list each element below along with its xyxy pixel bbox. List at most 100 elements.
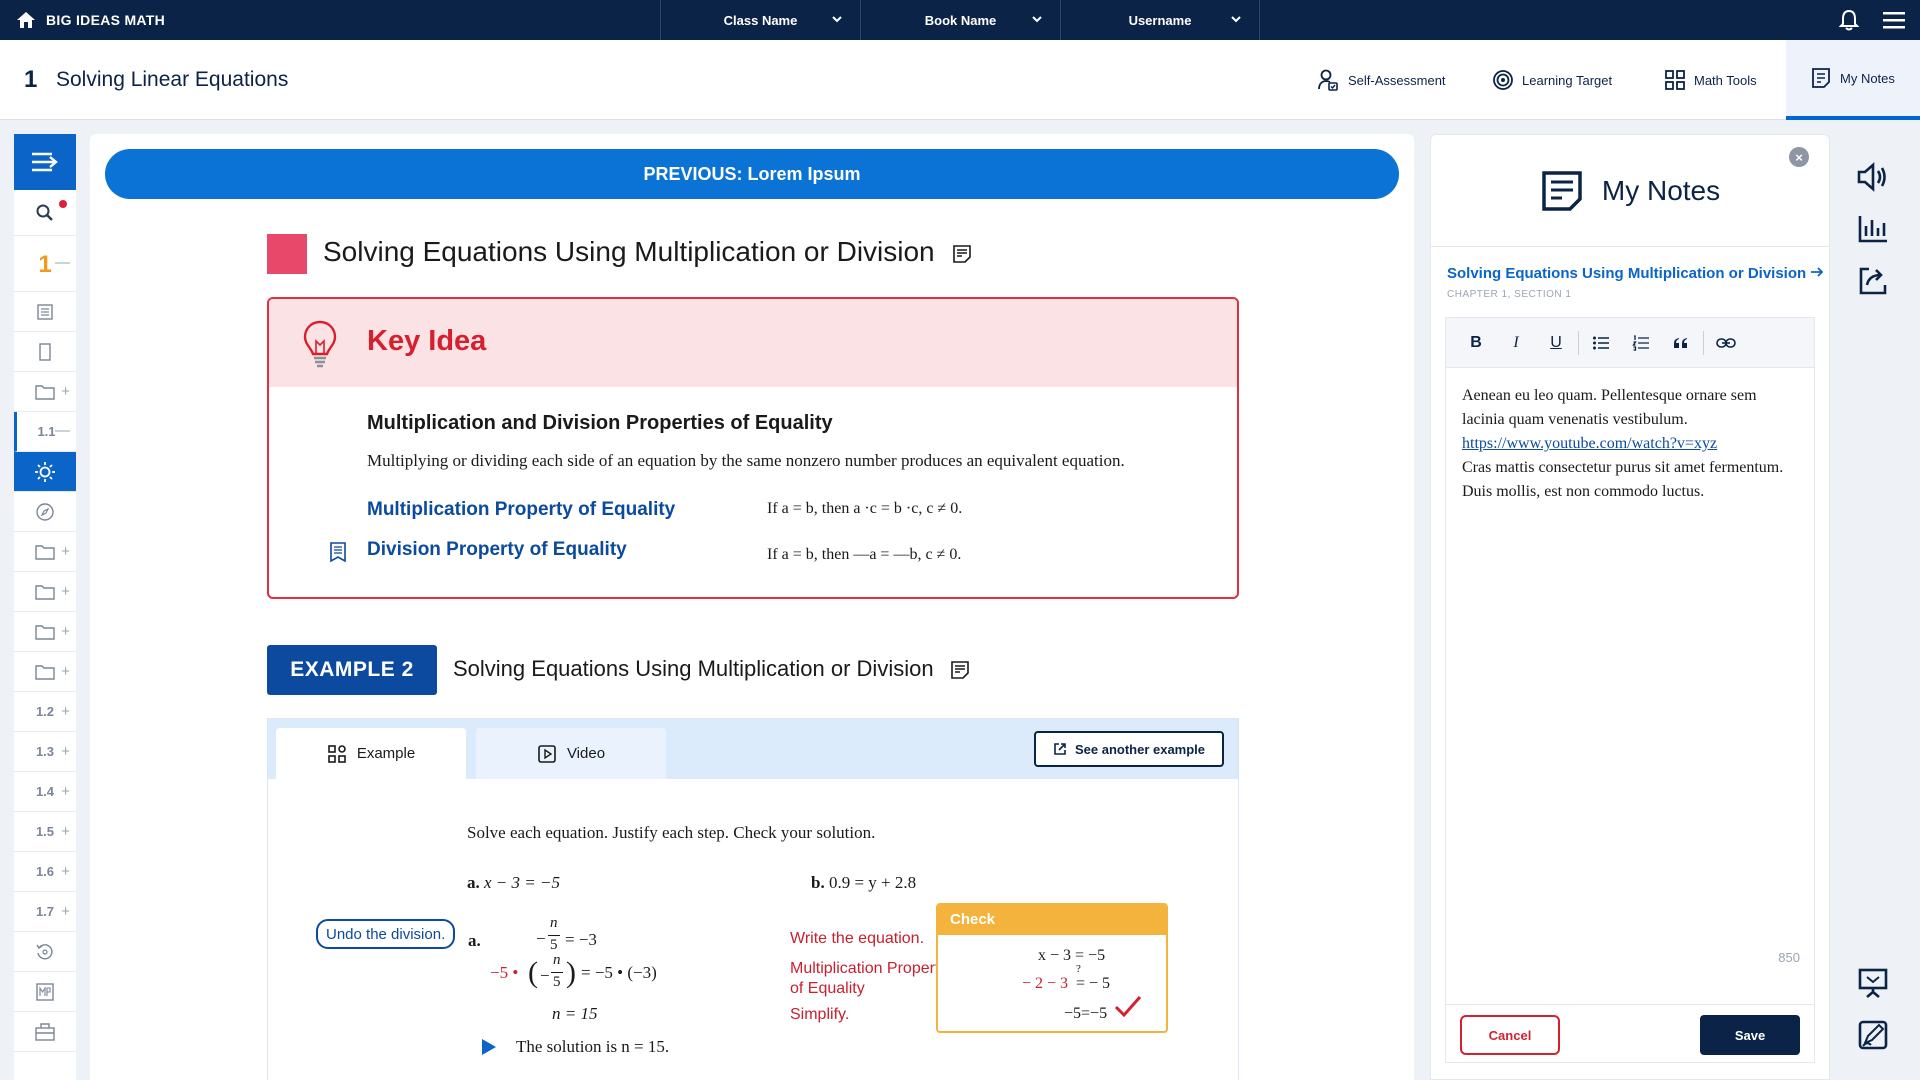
search-icon [36, 204, 53, 221]
expand-icon: + [61, 863, 70, 880]
problem-a-equation: x − 3 = −5 [484, 873, 560, 892]
collapse-icon: — [55, 422, 70, 439]
expand-icon: + [61, 903, 70, 920]
bold-button[interactable]: B [1456, 318, 1496, 368]
username-label: Username [1128, 12, 1192, 28]
numbered-list-button[interactable] [1621, 318, 1661, 368]
key-idea-header: Key Idea [269, 299, 1237, 387]
progress-button[interactable] [1848, 204, 1898, 254]
notes-section-link[interactable]: Solving Equations Using Multiplication o… [1447, 265, 1824, 282]
rail-item-mp[interactable] [14, 972, 76, 1012]
notes-icon [1542, 170, 1582, 211]
expand-icon: + [61, 583, 70, 600]
grid-icon [1665, 70, 1685, 90]
book-name-dropdown[interactable]: Book Name [860, 0, 1060, 40]
note-link[interactable]: https://www.youtube.com/watch?v=xyz [1462, 435, 1717, 452]
multiplication-property-link[interactable]: Multiplication Property of Equality [367, 499, 675, 521]
rail-item-explore[interactable] [14, 492, 76, 532]
book-name-label: Book Name [924, 12, 997, 28]
previous-button[interactable]: PREVIOUS: Lorem Ipsum [105, 149, 1399, 199]
notes-textarea[interactable]: Aenean eu leo quam. Pellentesque ornare … [1462, 384, 1802, 504]
notes-chapter-label: CHAPTER 1, SECTION 1 [1447, 289, 1572, 300]
rail-item-tools[interactable] [14, 1012, 76, 1052]
editor-toolbar: B I U [1446, 318, 1814, 368]
tab-example-label: Example [356, 745, 416, 762]
tab-self-assessment[interactable]: Self-Assessment [1316, 40, 1446, 120]
notes-header: My Notes [1431, 135, 1829, 247]
expand-icon: + [61, 743, 70, 760]
tab-example[interactable]: Example [276, 728, 466, 779]
tab-label: Learning Target [1522, 72, 1613, 88]
share-button[interactable] [1848, 256, 1898, 306]
brand[interactable]: BIG IDEAS MATH [16, 0, 165, 40]
chevron-down-icon [1032, 16, 1042, 23]
rail-item-folder[interactable]: + [14, 652, 76, 692]
collapse-icon: — [55, 254, 70, 271]
presentation-button[interactable] [1848, 958, 1898, 1008]
rail-item-folder[interactable]: + [14, 612, 76, 652]
rail-section-1-5[interactable]: 1.5 + [14, 812, 76, 852]
numbered-list-icon [1632, 334, 1649, 351]
rail-section-1-3[interactable]: 1.3 + [14, 732, 76, 772]
username-dropdown[interactable]: Username [1060, 0, 1260, 40]
folder-icon [35, 384, 55, 400]
rail-item-folder[interactable]: + [14, 372, 76, 412]
rail-section-1-4[interactable]: 1.4 + [14, 772, 76, 812]
key-idea-subtitle: Multiplication and Division Properties o… [367, 412, 833, 434]
see-another-label: See another example [1074, 741, 1206, 757]
expand-icon: + [61, 623, 70, 640]
add-note-icon[interactable] [952, 244, 972, 264]
section-marker [267, 234, 307, 274]
notes-editor: B I U Aenean eu leo quam. Pellentesque o… [1445, 317, 1815, 1063]
link-button[interactable] [1706, 318, 1746, 368]
rail-chapter-1[interactable]: 1 — [14, 238, 76, 292]
read-aloud-button[interactable] [1848, 152, 1898, 202]
fraction-numerator: n [553, 952, 561, 968]
rail-section-label: 1.1 [37, 424, 56, 439]
underline-button[interactable]: U [1536, 318, 1576, 368]
undo-division-button[interactable]: Undo the division. [316, 919, 456, 949]
division-property-link[interactable]: Division Property of Equality [367, 539, 627, 561]
rail-item-folder[interactable]: + [14, 572, 76, 612]
arrow-right-icon [1811, 267, 1824, 277]
section-title-text: Solving Equations Using Multiplication o… [323, 236, 935, 267]
see-another-example-button[interactable]: See another example [1034, 731, 1224, 767]
tab-math-tools[interactable]: Math Tools [1664, 40, 1757, 120]
rail-item-review[interactable] [14, 932, 76, 972]
whiteboard-button[interactable] [1848, 1010, 1898, 1060]
class-name-dropdown[interactable]: Class Name [660, 0, 860, 40]
italic-button[interactable]: I [1496, 318, 1536, 368]
save-button[interactable]: Save [1700, 1015, 1800, 1055]
rail-section-1-7[interactable]: 1.7 + [14, 892, 76, 932]
rail-section-1-6[interactable]: 1.6 + [14, 852, 76, 892]
bullet-list-button[interactable] [1581, 318, 1621, 368]
problem-a: a. x − 3 = −5 [467, 873, 560, 893]
collapse-menu-button[interactable] [14, 134, 76, 190]
share-icon [1859, 267, 1887, 295]
search-button[interactable] [14, 190, 76, 236]
quote-button[interactable] [1661, 318, 1701, 368]
add-note-icon[interactable] [950, 660, 970, 680]
cancel-button[interactable]: Cancel [1460, 1015, 1560, 1055]
rail-item-folder[interactable]: + [14, 532, 76, 572]
rail-item-list[interactable] [14, 292, 76, 332]
bar-chart-icon [1858, 216, 1887, 243]
rail-item-key-idea[interactable] [14, 452, 76, 492]
checkmark-icon [1114, 996, 1142, 1018]
presentation-icon [1858, 968, 1888, 998]
glossary-icon[interactable] [329, 541, 347, 563]
rail-item-page[interactable] [14, 332, 76, 372]
check-line-3: −5=−5 [1064, 1005, 1108, 1022]
brand-name: BIG IDEAS MATH [46, 12, 166, 28]
tab-my-notes[interactable]: My Notes [1786, 40, 1920, 120]
bell-icon[interactable] [1838, 9, 1860, 31]
toolbar-divider [1703, 330, 1704, 355]
chapter-title: Solving Linear Equations [56, 68, 289, 91]
rail-section-1-2[interactable]: 1.2 + [14, 692, 76, 732]
hamburger-menu-icon[interactable] [1882, 10, 1906, 30]
tab-learning-target[interactable]: Learning Target [1492, 40, 1612, 120]
tab-video[interactable]: Video [476, 728, 666, 779]
rail-section-1-1[interactable]: 1.1 — [14, 412, 76, 452]
close-icon[interactable]: × [1789, 147, 1809, 167]
example-title-text: Solving Equations Using Multiplication o… [453, 656, 934, 681]
